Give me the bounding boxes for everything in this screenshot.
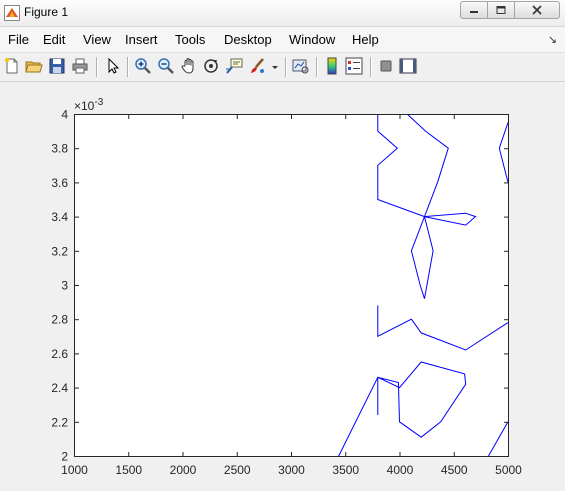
show-plot-tools-icon [399,58,417,74]
dock-arrow-icon[interactable]: ↘ [548,33,557,46]
y-tick-label: 2 [61,450,68,464]
save-icon [49,58,65,74]
x-tick-label: 4500 [441,463,468,477]
title-bar: Figure 1 [0,0,565,27]
y-tick-label: 2.8 [51,313,68,327]
figure-canvas: 1000 1500 2000 2500 3000 3500 4000 4500 5000 2 2.… [0,82,565,491]
line-plot[interactable]: 1000 1500 2000 2500 3000 3500 4000 4500 5000 2 2.… [0,82,565,491]
link-plot-icon [292,59,309,74]
maximize-button[interactable] [487,1,515,19]
legend-button[interactable] [345,57,363,75]
close-icon [532,5,542,15]
figure-toolbar [0,53,565,82]
zoom-out-icon [158,58,174,74]
hide-plot-tools-icon [380,60,392,72]
pointer-icon [108,57,120,74]
y-tick-label: 4 [61,108,68,122]
print-icon [72,58,88,74]
new-figure-button[interactable] [3,57,21,75]
data-cursor-button[interactable] [225,57,243,75]
y-tick-label: 3.2 [51,244,68,258]
toolbar-separator [96,57,98,77]
zoom-in-icon [135,58,151,74]
window-controls [460,1,560,19]
brush-button[interactable] [248,57,266,75]
link-plot-button[interactable] [292,57,310,75]
minimize-button[interactable] [460,1,488,19]
pan-button[interactable] [180,57,198,75]
menu-insert[interactable]: Insert [125,32,158,47]
toolbar-separator [316,57,318,77]
zoom-out-button[interactable] [157,57,175,75]
y-axis-exponent-label: ×10-3 [74,97,104,113]
pan-icon [181,57,194,74]
pointer-button[interactable] [104,57,122,75]
x-tick-label: 2500 [224,463,251,477]
colorbar-button[interactable] [323,57,341,75]
minimize-icon [470,11,478,13]
menu-view[interactable]: View [83,32,111,47]
toolbar-separator [285,57,287,77]
x-tick-label: 1500 [115,463,142,477]
menu-desktop[interactable]: Desktop [224,32,272,47]
show-plot-tools-button[interactable] [399,57,417,75]
x-tick-label: 2000 [170,463,197,477]
chevron-down-icon [272,66,278,69]
menu-edit[interactable]: Edit [43,32,65,47]
x-tick-label: 3000 [278,463,305,477]
menu-help[interactable]: Help [352,32,379,47]
colorbar-icon [327,57,337,75]
y-tick-label: 2.4 [51,381,68,395]
new-figure-icon [5,58,18,74]
toolbar-separator [370,57,372,77]
menu-bar: File Edit View Insert Tools Desktop Wind… [0,27,565,53]
y-tick-label: 3.8 [51,142,68,156]
maximize-icon [496,6,506,14]
open-file-icon [25,61,43,73]
x-tick-label: 3500 [332,463,359,477]
x-tick-label: 4000 [387,463,414,477]
x-tick-label: 5000 [495,463,522,477]
y-tick-label: 2.6 [51,347,68,361]
menu-file[interactable]: File [8,32,29,47]
zoom-in-button[interactable] [134,57,152,75]
rotate-3d-icon [204,59,218,73]
x-tick-label: 1000 [61,463,88,477]
brush-icon [251,58,264,73]
hide-plot-tools-button[interactable] [377,57,395,75]
legend-icon [345,57,363,75]
menu-tools[interactable]: Tools [175,32,205,47]
menu-window[interactable]: Window [289,32,335,47]
print-button[interactable] [71,57,89,75]
toolbar-separator [127,57,129,77]
y-tick-label: 3.4 [51,210,68,224]
window-title: Figure 1 [24,5,69,19]
brush-dropdown[interactable] [270,57,280,75]
close-button[interactable] [514,1,560,19]
rotate-3d-button[interactable] [202,57,220,75]
open-file-button[interactable] [25,57,43,75]
y-tick-label: 2.2 [51,415,68,429]
y-tick-label: 3.6 [51,176,68,190]
data-cursor-icon [226,58,243,74]
matlab-logo-icon [4,5,20,21]
save-button[interactable] [48,57,66,75]
y-tick-label: 3 [61,279,68,293]
